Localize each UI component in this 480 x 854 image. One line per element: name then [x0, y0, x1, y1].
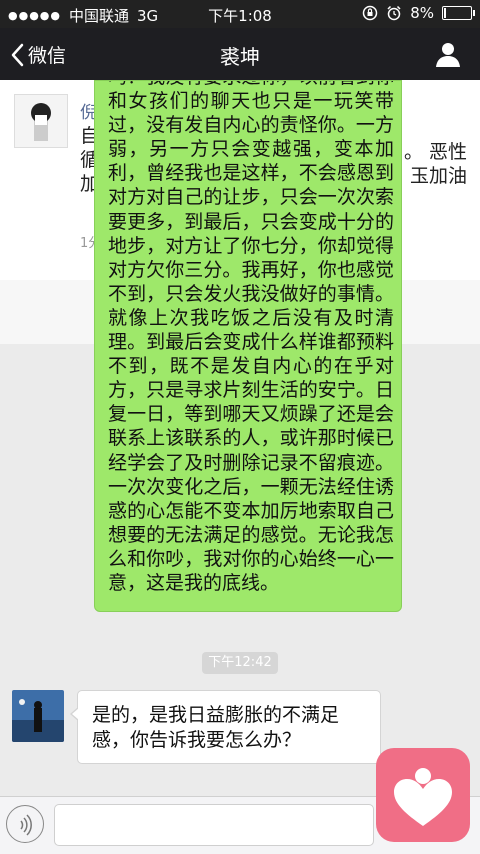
outgoing-message-bubble[interactable]: 吗？我没有要求过你，以前看到你和女孩们的聊天也只是一玩笑带过，没有发自内心的责怪… [94, 80, 402, 612]
alarm-icon [387, 5, 401, 21]
message-timestamp: 下午12:42 [202, 652, 278, 674]
sender-avatar-image [12, 690, 64, 742]
outgoing-message-text: 吗？我没有要求过你，以前看到你和女孩们的聊天也只是一玩笑带过，没有发自内心的责怪… [108, 81, 394, 594]
chevron-left-icon [11, 43, 24, 66]
back-label: 微信 [28, 45, 67, 67]
avatar-illustration [31, 103, 51, 141]
chat-title: 裘坤 [220, 45, 260, 69]
incoming-message-text: 是的，是我日益膨胀的不满足感，你告诉我要怎么办？ [92, 704, 340, 751]
moments-right-line-2: 玉加油 [410, 165, 468, 187]
profile-icon[interactable] [434, 40, 462, 68]
sender-avatar[interactable] [12, 690, 64, 742]
moments-text-right-2: 玉加油 [410, 164, 467, 188]
moments-right-line-1: 。 恶性 [404, 141, 468, 163]
rotation-lock-icon [362, 5, 378, 21]
battery-percent: 8% [410, 4, 434, 22]
back-button[interactable]: 微信 [10, 41, 66, 68]
voice-input-button[interactable] [6, 805, 44, 843]
battery-fill [444, 8, 446, 18]
moments-avatar [14, 94, 68, 148]
message-input[interactable] [54, 804, 374, 846]
battery-icon [442, 6, 475, 20]
nav-bar: 微信 裘坤 [0, 28, 480, 80]
app-logo-watermark [376, 748, 470, 842]
heart-logo-icon [394, 768, 452, 826]
voice-icon [20, 814, 32, 836]
incoming-message-bubble[interactable]: 是的，是我日益膨胀的不满足感，你告诉我要怎么办？ [70, 690, 381, 764]
status-bar: ●●●●● 中国联通 3G 下午1:08 8% [0, 0, 480, 28]
moments-text-right: 。 恶性 [404, 140, 467, 164]
